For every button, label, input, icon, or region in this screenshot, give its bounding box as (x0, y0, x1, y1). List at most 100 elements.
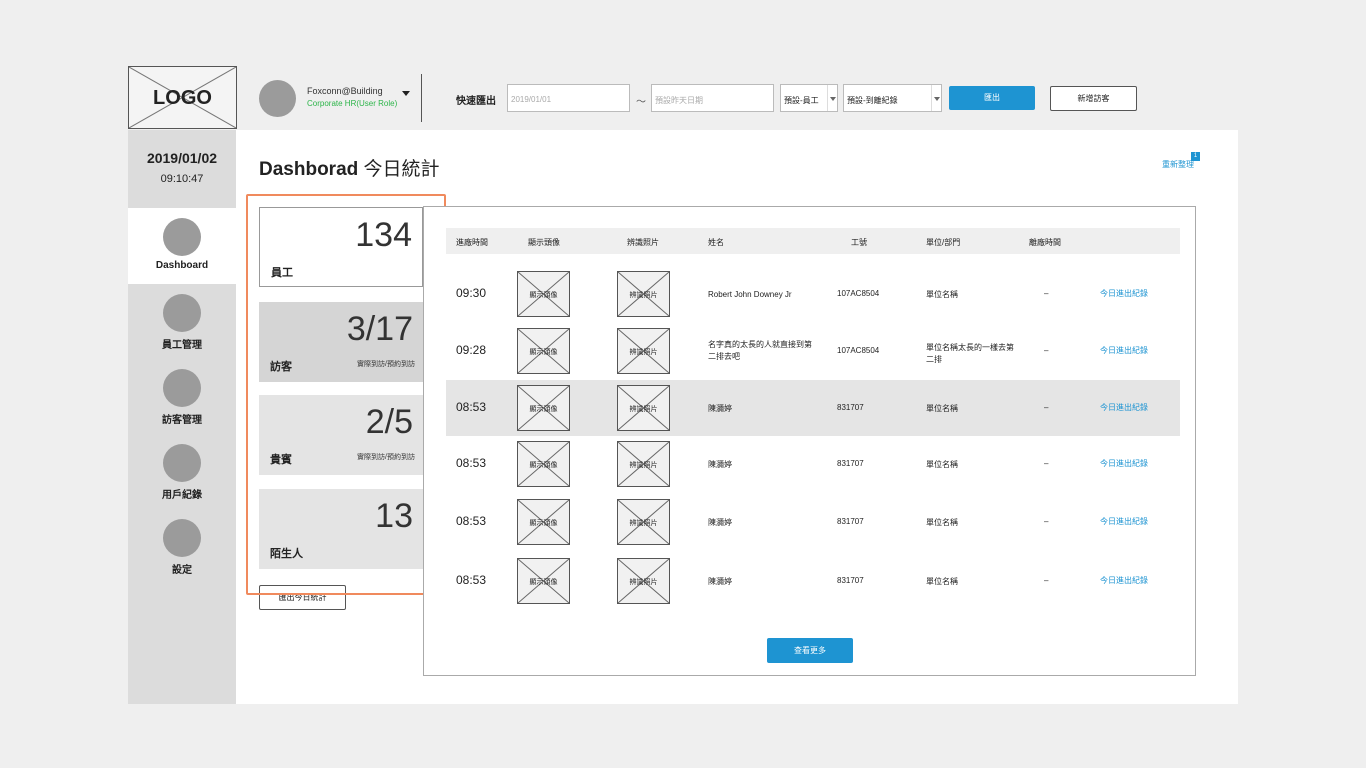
person-name: 名字真的太長的人就直接到第二排去吧 (708, 340, 812, 361)
date-to-input[interactable]: 預設昨天日期 (651, 84, 774, 112)
display-avatar[interactable]: 顯示頭像 (517, 328, 570, 374)
unit-department: 單位名稱 (926, 518, 958, 527)
today-records-link[interactable]: 今日進出紀錄 (1100, 458, 1148, 469)
export-today-stats-button[interactable]: 匯出今日統計 (259, 585, 346, 610)
display-avatar[interactable]: 顯示頭像 (517, 558, 570, 604)
recognition-photo-label: 辨識照片 (629, 579, 658, 586)
recognition-photo[interactable]: 辨識照片 (617, 558, 670, 604)
divider (421, 74, 422, 122)
page-title-zh: 今日統計 (363, 159, 440, 180)
today-records-link[interactable]: 今日進出紀錄 (1100, 402, 1148, 413)
stat-label: 訪客 (270, 361, 292, 373)
display-avatar-label: 顯示頭像 (529, 406, 558, 413)
staff-icon (163, 294, 201, 332)
stat-card-vip[interactable]: 2/5 貴賓 實際到訪/預約到訪 (259, 395, 423, 475)
recognition-photo[interactable]: 辨識照片 (617, 385, 670, 431)
exit-time: – (1044, 459, 1049, 468)
table-row[interactable]: 09:30 顯示頭像 辨識照片 Robert John Downey Jr 107AC8… (446, 266, 1180, 322)
chevron-down-icon (827, 85, 837, 111)
table-row[interactable]: 08:53 顯示頭像 辨識照片 陳瀰婷 831707 單位名稱 – 今日進出紀錄 (446, 436, 1180, 492)
stat-card-staff[interactable]: 134 員工 (259, 207, 423, 287)
recognition-photo-label: 辨識照片 (629, 292, 658, 299)
recognition-photo[interactable]: 辨識照片 (617, 499, 670, 545)
entry-time: 09:30 (456, 286, 487, 300)
recognition-photo[interactable]: 辨識照片 (617, 271, 670, 317)
visitors-icon (163, 369, 201, 407)
person-name: Robert John Downey Jr (708, 290, 792, 299)
display-avatar[interactable]: 顯示頭像 (517, 499, 570, 545)
export-type-select[interactable]: 預設-員工 (780, 84, 838, 112)
today-records-link[interactable]: 今日進出紀錄 (1100, 288, 1148, 299)
employee-id: 831707 (837, 403, 864, 412)
table-row[interactable]: 08:53 顯示頭像 辨識照片 陳瀰婷 831707 單位名稱 – 今日進出紀錄 (446, 494, 1180, 550)
clock-time: 09:10:47 (160, 173, 204, 185)
stat-sublabel: 實際到訪/預約到訪 (357, 361, 415, 368)
today-records-link[interactable]: 今日進出紀錄 (1100, 516, 1148, 527)
today-records-link[interactable]: 今日進出紀錄 (1100, 575, 1148, 586)
quick-export-label: 快速匯出 (456, 96, 496, 107)
display-avatar-label: 顯示頭像 (529, 292, 558, 299)
export-record-select[interactable]: 預設-到離紀錄 (843, 84, 942, 112)
recognition-photo[interactable]: 辨識照片 (617, 328, 670, 374)
view-more-button[interactable]: 查看更多 (767, 638, 853, 663)
column-header: 離廠時間 (1029, 238, 1061, 247)
recognition-photo-label: 辨識照片 (629, 406, 658, 413)
stat-card-stranger[interactable]: 13 陌生人 (259, 489, 423, 569)
employee-id: 831707 (837, 459, 864, 468)
user-menu-caret-icon[interactable] (402, 91, 410, 96)
user-avatar[interactable] (259, 80, 296, 117)
column-header: 工號 (851, 238, 867, 247)
stat-value: 134 (355, 216, 412, 254)
exit-time: – (1044, 576, 1049, 585)
sidebar-item-label: Dashboard (155, 260, 209, 271)
column-header: 顯示頭像 (528, 238, 560, 247)
person-name: 陳瀰婷 (708, 460, 732, 469)
exit-time: – (1044, 517, 1049, 526)
entry-time: 09:28 (456, 343, 487, 357)
logo[interactable]: LOGO (128, 66, 237, 129)
records-icon (163, 444, 201, 482)
table-row[interactable]: 08:53 顯示頭像 辨識照片 陳瀰婷 831707 單位名稱 – 今日進出紀錄 (446, 380, 1180, 436)
page-title-en: Dashborad (259, 159, 359, 180)
recognition-photo[interactable]: 辨識照片 (617, 441, 670, 487)
sidebar-item-settings[interactable]: 設定 (128, 509, 236, 585)
table-row[interactable]: 08:53 顯示頭像 辨識照片 陳瀰婷 831707 單位名稱 – 今日進出紀錄 (446, 553, 1180, 609)
recognition-photo-label: 辨識照片 (629, 520, 658, 527)
sidebar-item-dashboard[interactable]: Dashboard (128, 208, 236, 284)
stat-value: 2/5 (365, 403, 413, 441)
table-row[interactable]: 09:28 顯示頭像 辨識照片 名字真的太長的人就直接到第二排去吧 107AC8504 單… (446, 323, 1180, 379)
chevron-down-icon (931, 85, 941, 111)
today-records-link[interactable]: 今日進出紀錄 (1100, 345, 1148, 356)
stat-card-visitor[interactable]: 3/17 訪客 實際到訪/預約到訪 (259, 302, 423, 382)
column-header: 單位/部門 (926, 238, 961, 247)
export-type-value: 預設-員工 (784, 96, 819, 105)
stat-label: 員工 (271, 267, 293, 279)
refresh-badge: 1 (1191, 152, 1200, 161)
entry-time: 08:53 (456, 400, 487, 414)
export-button[interactable]: 匯出 (949, 86, 1035, 110)
employee-id: 831707 (837, 517, 864, 526)
sidebar-item-visitors[interactable]: 訪客管理 (128, 359, 236, 435)
dashboard-icon (163, 218, 201, 256)
add-visitor-button[interactable]: 新增訪客 (1050, 86, 1137, 111)
date-from-input[interactable]: 2019/01/01 (507, 84, 630, 112)
sidebar-item-staff[interactable]: 員工管理 (128, 284, 236, 360)
display-avatar-label: 顯示頭像 (529, 579, 558, 586)
unit-department: 單位名稱 (926, 460, 958, 469)
sidebar-item-label: 員工管理 (162, 340, 202, 351)
unit-department: 單位名稱太長的一樣去第二排 (926, 343, 1014, 364)
display-avatar[interactable]: 顯示頭像 (517, 271, 570, 317)
display-avatar-label: 顯示頭像 (529, 520, 558, 527)
stat-sublabel: 實際到訪/預約到訪 (357, 454, 415, 461)
refresh-link[interactable]: 重新整理 (1162, 159, 1194, 170)
display-avatar-label: 顯示頭像 (529, 462, 558, 469)
page-title: Dashborad 今日統計 (259, 154, 440, 181)
stat-label: 貴賓 (270, 454, 292, 466)
exit-time: – (1044, 289, 1049, 298)
display-avatar[interactable]: 顯示頭像 (517, 441, 570, 487)
column-header: 辨識照片 (627, 238, 659, 247)
user-name: Foxconn@Building (307, 86, 383, 96)
sidebar-item-user-records[interactable]: 用戶紀錄 (128, 434, 236, 510)
clock: 2019/01/02 09:10:47 (128, 130, 236, 206)
display-avatar[interactable]: 顯示頭像 (517, 385, 570, 431)
